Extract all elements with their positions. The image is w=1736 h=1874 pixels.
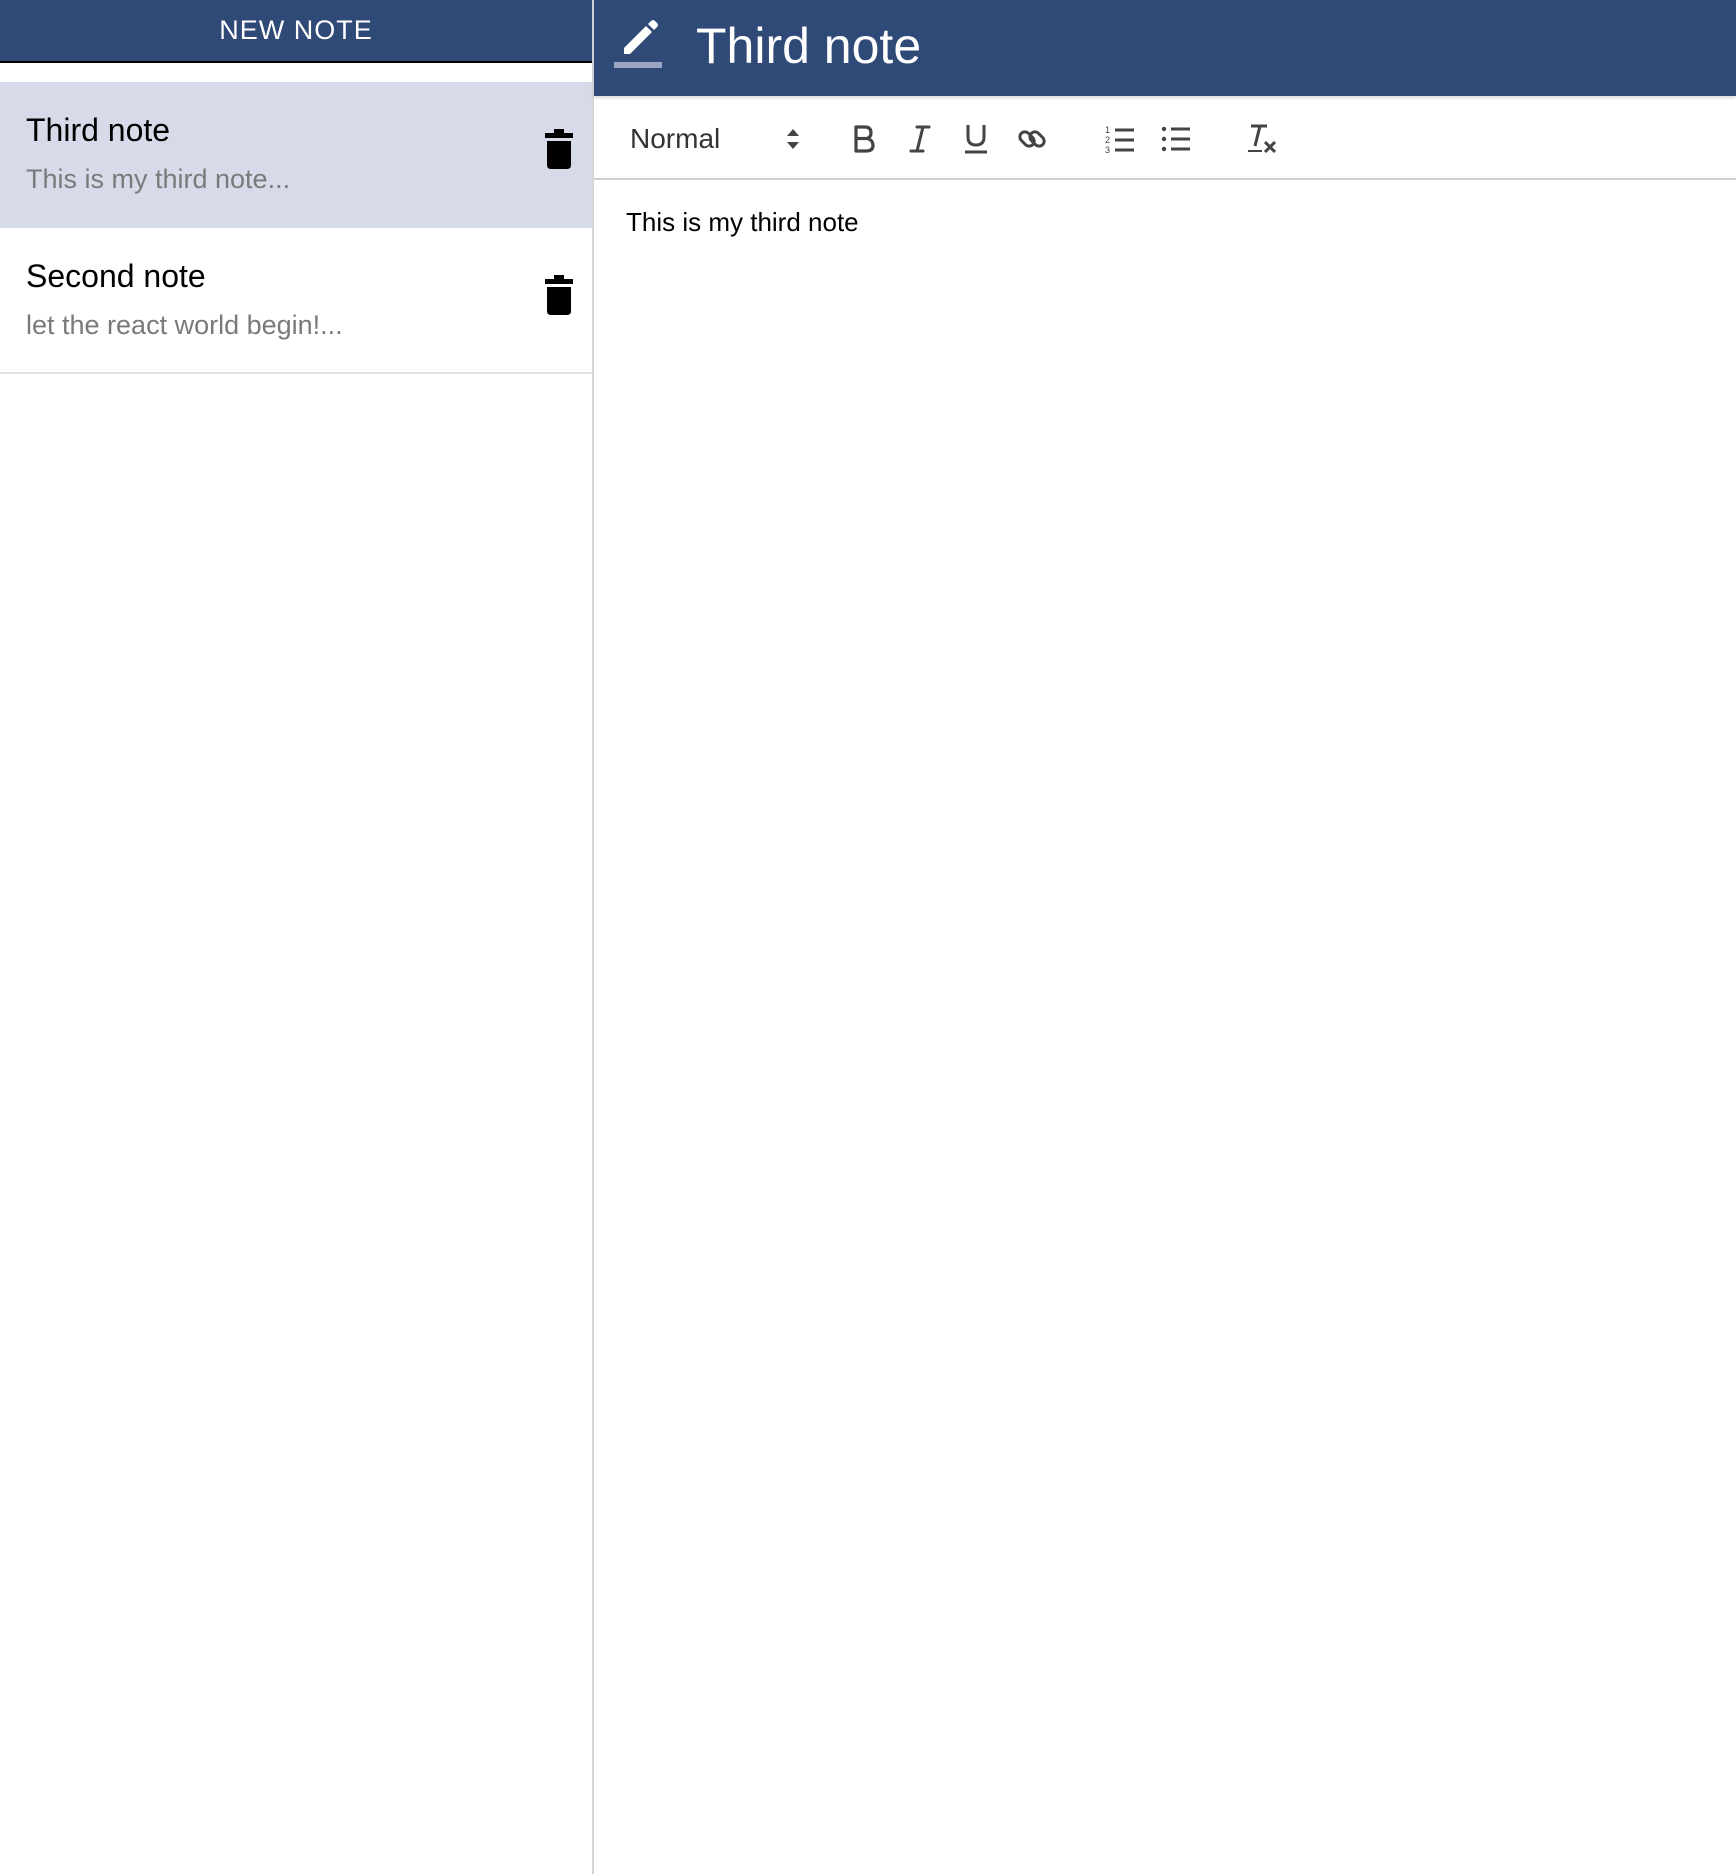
note-item-second[interactable]: Second note let the react world begin!..…	[0, 228, 592, 374]
italic-icon	[909, 125, 931, 153]
trash-icon[interactable]	[545, 275, 573, 315]
clear-format-button[interactable]	[1242, 118, 1282, 160]
underline-button[interactable]	[956, 118, 996, 160]
ordered-list-button[interactable]: 1 2 3	[1100, 118, 1140, 160]
ordered-list-icon: 1 2 3	[1105, 125, 1134, 154]
editor-toolbar: Normal 1 2 3	[594, 98, 1736, 180]
italic-button[interactable]	[900, 118, 940, 160]
note-title: Second note	[26, 258, 206, 294]
svg-text:1: 1	[1105, 125, 1110, 135]
new-note-label: NEW NOTE	[219, 15, 373, 45]
note-title-input[interactable]	[694, 14, 1341, 78]
select-arrows-icon	[786, 126, 800, 150]
underline-icon	[965, 125, 987, 154]
format-select[interactable]: Normal	[630, 118, 800, 160]
bullet-list-icon	[1161, 126, 1190, 152]
note-title: Third note	[26, 112, 171, 148]
editor-header	[594, 0, 1736, 96]
pencil-icon	[614, 18, 662, 70]
link-icon	[1018, 130, 1046, 148]
note-preview: This is my third note...	[26, 164, 291, 194]
link-button[interactable]	[1012, 118, 1052, 160]
note-item-third[interactable]: Third note This is my third note...	[0, 82, 592, 228]
note-list: Third note This is my third note... Seco…	[0, 82, 592, 374]
editor: Normal	[594, 0, 1736, 1874]
bullet-list-button[interactable]	[1156, 118, 1196, 160]
svg-text:3: 3	[1105, 145, 1110, 154]
bold-button[interactable]	[844, 118, 884, 160]
new-note-button[interactable]: NEW NOTE	[0, 0, 592, 63]
bold-icon	[854, 125, 875, 153]
note-preview: let the react world begin!...	[26, 310, 343, 340]
editor-content[interactable]: This is my third note	[626, 206, 859, 238]
svg-text:2: 2	[1105, 135, 1110, 145]
format-select-value: Normal	[630, 123, 721, 154]
clear-format-icon	[1248, 124, 1277, 154]
trash-icon[interactable]	[545, 129, 573, 169]
sidebar: NEW NOTE Third note This is my third not…	[0, 0, 594, 1874]
